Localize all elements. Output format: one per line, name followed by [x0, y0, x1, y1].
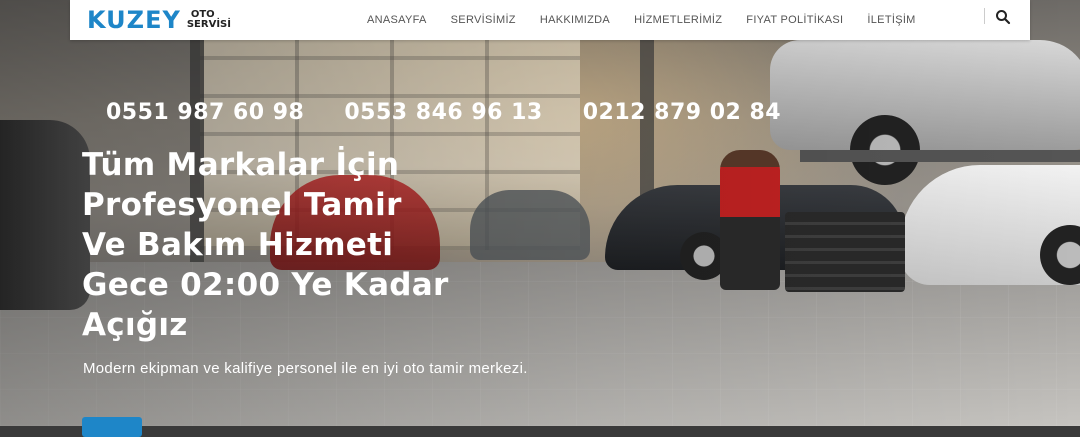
hero-subtext: Modern ekipman ve kalifiye personel ile … [83, 360, 528, 377]
cta-button[interactable] [82, 417, 142, 437]
nav-divider [984, 8, 985, 24]
phone-numbers: 0551 987 60 98 0553 846 96 13 0212 879 0… [106, 100, 781, 125]
nav-item-hizmetlerimiz[interactable]: HİZMETLERİMİZ [634, 14, 722, 26]
phone-number-3[interactable]: 0212 879 02 84 [583, 100, 781, 125]
search-icon[interactable] [994, 8, 1012, 26]
nav-item-fiyat-politikasi[interactable]: FIYAT POLİTİKASI [746, 14, 843, 26]
logo[interactable]: KUZEY OTO SERVİSİ [70, 0, 231, 40]
phone-number-2[interactable]: 0553 846 96 13 [344, 100, 542, 125]
nav-item-servisimiz[interactable]: SERVİSİMİZ [451, 14, 516, 26]
nav-item-hakkimizda[interactable]: HAKKIMIZDA [540, 14, 610, 26]
main-nav: ANASAYFA SERVİSİMİZ HAKKIMIZDA HİZMETLER… [367, 0, 940, 40]
nav-item-iletisim[interactable]: İLETİŞİM [867, 14, 915, 26]
phone-number-1[interactable]: 0551 987 60 98 [106, 100, 304, 125]
hero-headline: Tüm Markalar İçin Profesyonel Tamir Ve B… [82, 147, 449, 343]
site-header: KUZEY OTO SERVİSİ ANASAYFA SERVİSİMİZ HA… [70, 0, 1030, 40]
logo-sub-text: OTO SERVİSİ [186, 9, 231, 30]
nav-item-anasayfa[interactable]: ANASAYFA [367, 14, 427, 26]
logo-main-text: KUZEY [87, 6, 181, 34]
